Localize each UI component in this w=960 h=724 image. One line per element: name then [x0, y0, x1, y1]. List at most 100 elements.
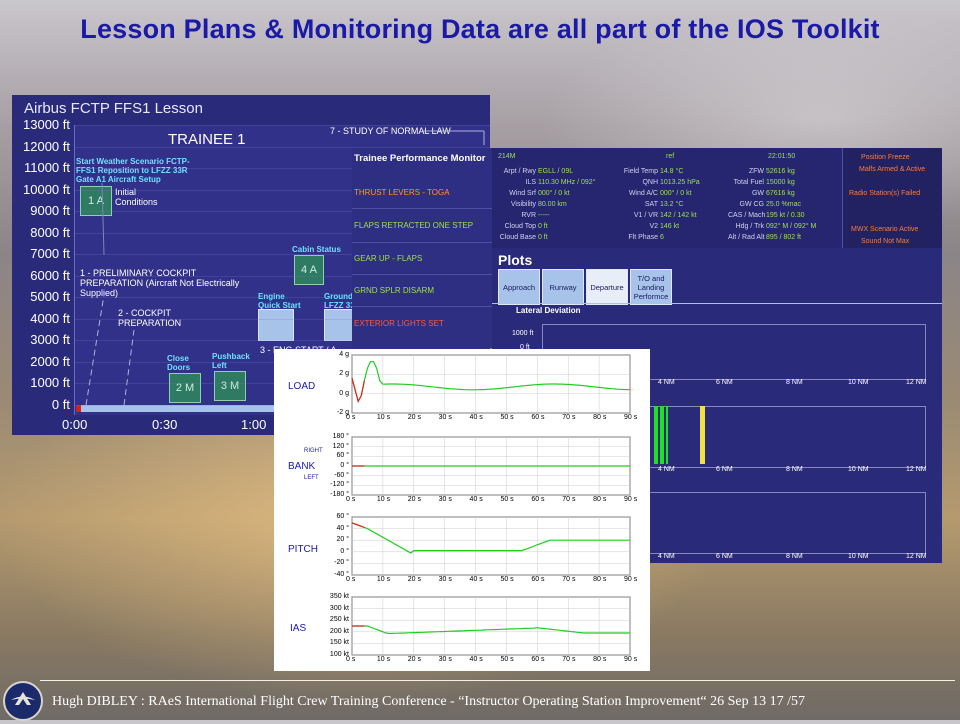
- perf-item[interactable]: EXTERIOR LIGHTS SET: [354, 319, 444, 328]
- perf-item[interactable]: THRUST LEVERS - TOGA: [354, 188, 450, 197]
- y-tick: 12000 ft: [23, 138, 70, 154]
- divider: [352, 306, 492, 307]
- time-tick: 40 s: [469, 576, 483, 583]
- time-tick: 10 s: [376, 656, 391, 663]
- tab-to-landing-performance[interactable]: T/O and Landing Performce: [630, 269, 672, 305]
- time-tick: 80 s: [593, 656, 607, 663]
- status-key: Cloud Base: [499, 234, 536, 241]
- status-key: V1 / VR: [633, 212, 658, 219]
- nm-tick: 6 NM: [716, 466, 733, 473]
- status-value: 110.30 MHz / 092°: [537, 179, 596, 186]
- status-value: 25.0 %mac: [765, 201, 801, 208]
- status-key: ILS: [525, 179, 536, 186]
- status-field: Visibility 80.00 km: [498, 201, 610, 208]
- bank-y-tick: 180 °: [332, 433, 349, 440]
- status-field: Hdg / Trk 092° M / 092° M: [728, 223, 838, 230]
- nm-tick: 6 NM: [716, 553, 733, 560]
- status-field: Flt Phase 6: [620, 234, 732, 241]
- status-key: Flt Phase: [628, 234, 658, 241]
- perf-item[interactable]: GRND SPLR DISARM: [354, 286, 434, 295]
- time-tick: 10 s: [376, 576, 391, 583]
- footer-text: Hugh DIBLEY : RAeS International Flight …: [52, 694, 806, 709]
- nm-tick: 10 NM: [848, 466, 869, 473]
- nm-tick: 4 NM: [658, 466, 675, 473]
- perf-item[interactable]: GEAR UP - FLAPS: [354, 254, 422, 263]
- y-tick: 8000 ft: [30, 224, 70, 240]
- ias-y-tick: 250 kt: [329, 616, 349, 624]
- status-key: Field Temp: [623, 168, 658, 175]
- status-value: 1013.25 hPa: [659, 179, 700, 186]
- alert-radio[interactable]: Radio Station(s) Failed: [849, 190, 920, 197]
- lateral-deviation-title: Lateral Deviation: [516, 306, 581, 315]
- load-y-tick: -2 g: [336, 409, 349, 416]
- pitch-y-tick: 60 °: [336, 513, 349, 520]
- y-tick: 0 ft: [51, 397, 70, 412]
- status-value: 142 / 142 kt: [659, 212, 697, 219]
- time-tick: 70 s: [562, 576, 576, 583]
- graph-frame: [351, 516, 631, 576]
- status-field: Alt / Rad Alt 895 / 802 ft: [728, 234, 838, 241]
- bank-right-label: RIGHT: [304, 448, 323, 454]
- tab-departure[interactable]: Departure: [586, 269, 628, 305]
- ias-y-tick: 300 kt: [329, 604, 349, 612]
- status-key: Alt / Rad Alt: [728, 234, 765, 241]
- status-field: GW 67616 kg: [728, 190, 838, 197]
- status-field: Total Fuel 15000 kg: [728, 179, 838, 186]
- alert-mwx[interactable]: MWX Scenario Active: [851, 226, 918, 233]
- time-tick: 60 s: [531, 496, 545, 503]
- load-y-tick: 2 g: [339, 370, 349, 378]
- status-field: GW CG 25.0 %mac: [728, 201, 838, 208]
- status-key: Total Fuel: [733, 179, 764, 186]
- raes-logo-icon: [3, 681, 43, 721]
- time-tick: 30 s: [438, 576, 452, 583]
- time-tick: 80 s: [593, 576, 607, 583]
- tab-runway[interactable]: Runway: [542, 269, 584, 305]
- nm-tick: 4 NM: [658, 553, 675, 560]
- status-value: 092° M / 092° M: [765, 223, 817, 230]
- status-field: Cloud Top 0 ft: [498, 223, 610, 230]
- status-value: 0 ft: [537, 223, 548, 230]
- slide-footer: Hugh DIBLEY : RAeS International Flight …: [0, 676, 960, 721]
- pitch-y-tick: -40 °: [334, 571, 349, 578]
- plots-title: Plots: [498, 252, 533, 268]
- graph-frame: [351, 596, 631, 656]
- status-field: SAT 13.2 °C: [620, 201, 732, 208]
- perf-item[interactable]: FLAPS RETRACTED ONE STEP: [354, 221, 473, 230]
- status-key: RVR: [521, 212, 536, 219]
- time-tick: 50 s: [500, 656, 514, 663]
- y-tick: 6000 ft: [30, 267, 70, 283]
- status-value: 14.8 °C: [659, 168, 684, 175]
- load-y-tick: 4 g: [339, 351, 349, 358]
- status-key: QNH: [642, 179, 658, 186]
- status-id: 214M: [498, 153, 516, 160]
- status-key: Wind A/C: [628, 190, 658, 197]
- time-tick: 70 s: [562, 414, 576, 421]
- nm-tick: 8 NM: [786, 379, 803, 386]
- alert-sound[interactable]: Sound Not Max: [861, 238, 909, 245]
- status-value: 146 kt: [659, 223, 680, 230]
- status-field: Wind A/C 000° / 0 kt: [620, 190, 732, 197]
- status-field: ILS 110.30 MHz / 092°: [498, 179, 610, 186]
- y-tick: 1000 ft: [30, 375, 70, 391]
- status-ref: ref: [666, 153, 675, 160]
- performance-monitor-panel: Trainee Performance Monitor THRUST LEVER…: [352, 148, 492, 348]
- pitch-y-tick: 40 °: [336, 524, 349, 532]
- time-tick: 20 s: [407, 576, 421, 583]
- status-key: SAT: [644, 201, 658, 208]
- alert-malfs[interactable]: Malfs Armed & Active: [859, 166, 925, 173]
- tab-approach[interactable]: Approach: [498, 269, 540, 305]
- tabs-underline: [492, 303, 942, 304]
- status-value: 000° / 0 kt: [537, 190, 570, 197]
- status-value: 13.2 °C: [659, 201, 684, 208]
- alert-position-freeze[interactable]: Position Freeze: [861, 154, 910, 161]
- nm-tick: 4 NM: [658, 379, 675, 386]
- status-value: 195 kt / 0.30: [765, 212, 805, 219]
- status-key: CAS / Mach: [728, 212, 766, 219]
- nm-tick: 8 NM: [786, 466, 803, 473]
- time-tick: 40 s: [469, 656, 483, 663]
- time-tick: 80 s: [593, 414, 607, 421]
- time-tick: 60 s: [531, 656, 545, 663]
- status-key: GW CG: [739, 201, 765, 208]
- status-value: -----: [537, 212, 550, 219]
- time-tick: 10 s: [376, 496, 391, 503]
